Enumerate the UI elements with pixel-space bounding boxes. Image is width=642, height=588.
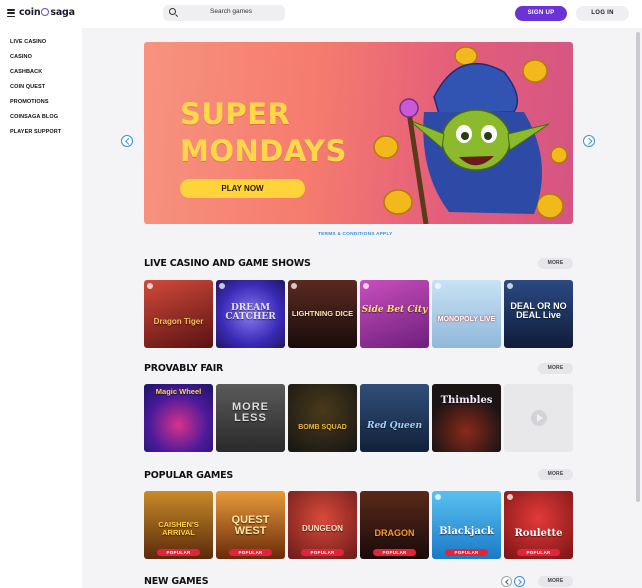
game-tile-title: DUNGEON (302, 524, 343, 533)
game-tile[interactable]: Dragon Tiger (144, 280, 213, 348)
logo-text-coin: coin (19, 7, 41, 18)
game-tile-title: LIGHTNING DICE (291, 309, 354, 318)
search-bar[interactable]: Search games (163, 5, 285, 21)
game-tile[interactable]: Red Queen (360, 384, 429, 452)
game-tile-title: Side Bet City (361, 305, 428, 315)
game-tile-title: BOMB SQUAD (298, 424, 347, 431)
coin-logo-icon (41, 8, 50, 16)
popular-badge: POPULAR (301, 549, 344, 556)
game-tile[interactable]: Side Bet City (360, 280, 429, 348)
top-header: coin saga Search games SIGN UP LOG IN (0, 0, 642, 28)
promo-banner[interactable]: SUPER MONDAYS PLAY NOW (144, 42, 573, 224)
game-tile[interactable]: QUEST WEST POPULAR (216, 491, 285, 559)
banner-next-arrow-icon[interactable] (583, 135, 595, 147)
game-tile-placeholder[interactable] (504, 384, 573, 452)
sidebar-item-player-support[interactable]: PLAYER SUPPORT (10, 129, 61, 135)
game-tile-title: Blackjack (439, 526, 494, 537)
game-tile[interactable]: MORE LESS (216, 384, 285, 452)
game-tile-title: Red Queen (366, 421, 422, 431)
section-title-provably-fair: PROVABLY FAIR (144, 363, 224, 374)
provider-logo-icon (147, 283, 153, 289)
popular-badge: POPULAR (373, 549, 416, 556)
more-button-provably-fair[interactable]: MORE (538, 363, 573, 374)
game-tile-title: DREAM CATCHER (225, 303, 276, 322)
popular-badge: POPULAR (445, 549, 488, 556)
game-tile-title: Roulette (514, 528, 563, 539)
logo[interactable]: coin saga (19, 7, 75, 18)
banner-title-line2: MONDAYS (180, 134, 347, 168)
game-tile[interactable]: MONOPOLY LIVE (432, 280, 501, 348)
sidebar-item-coin-quest[interactable]: COIN QUEST (10, 84, 45, 90)
game-tile-title: MORE LESS (232, 401, 269, 424)
popular-badge: POPULAR (517, 549, 560, 556)
search-icon (169, 8, 176, 15)
sidebar-item-blog[interactable]: COINSAGA BLOG (10, 114, 58, 120)
popular-badge: POPULAR (157, 549, 200, 556)
signup-button[interactable]: SIGN UP (515, 6, 567, 21)
search-placeholder: Search games (210, 8, 252, 15)
game-tile-title: Thimbles (440, 395, 493, 406)
play-icon (531, 410, 547, 426)
login-button[interactable]: LOG IN (576, 6, 629, 21)
game-tile-title: QUEST WEST (231, 514, 270, 537)
game-tile[interactable]: DRAGON POPULAR (360, 491, 429, 559)
game-tile[interactable]: Thimbles (432, 384, 501, 452)
logo-text-saga: saga (50, 7, 75, 18)
new-games-next-arrow-icon[interactable] (514, 576, 525, 587)
sidebar: LIVE CASINO CASINO CASHBACK COIN QUEST P… (0, 28, 82, 588)
sidebar-item-live-casino[interactable]: LIVE CASINO (10, 39, 46, 45)
game-tile[interactable]: DREAM CATCHER (216, 280, 285, 348)
play-now-button[interactable]: PLAY NOW (180, 179, 305, 198)
game-tile[interactable]: Roulette POPULAR (504, 491, 573, 559)
provider-logo-icon (435, 494, 441, 500)
game-tile-title: MONOPOLY LIVE (437, 316, 496, 323)
game-tile[interactable]: DUNGEON POPULAR (288, 491, 357, 559)
section-title-popular-games: POPULAR GAMES (144, 470, 234, 481)
game-tile[interactable]: LIGHTNING DICE (288, 280, 357, 348)
game-tile-title: DEAL OR NO DEAL Live (510, 301, 567, 320)
sidebar-item-promotions[interactable]: PROMOTIONS (10, 99, 49, 105)
terms-conditions-link[interactable]: TERMS & CONDITIONS APPLY (318, 232, 393, 237)
banner-prev-arrow-icon[interactable] (121, 135, 133, 147)
game-tile-title: CAISHEN'S ARRIVAL (158, 520, 199, 537)
popular-badge: POPULAR (229, 549, 272, 556)
provider-logo-icon (219, 283, 225, 289)
sidebar-item-cashback[interactable]: CASHBACK (10, 69, 42, 75)
provider-logo-icon (435, 283, 441, 289)
game-tile-title: Dragon Tiger (153, 317, 204, 326)
game-tile[interactable]: Blackjack POPULAR (432, 491, 501, 559)
more-button-new-games[interactable]: MORE (538, 576, 573, 587)
game-tile[interactable]: BOMB SQUAD (288, 384, 357, 452)
game-tile[interactable]: CAISHEN'S ARRIVAL POPULAR (144, 491, 213, 559)
game-tile-title: DRAGON (374, 528, 415, 538)
game-tile[interactable]: Magic Wheel (144, 384, 213, 452)
section-title-live-casino: LIVE CASINO AND GAME SHOWS (144, 258, 311, 269)
new-games-prev-arrow-icon[interactable] (501, 576, 512, 587)
provider-logo-icon (507, 494, 513, 500)
banner-title-line1: SUPER (180, 97, 291, 131)
scrollbar-thumb[interactable] (636, 32, 640, 502)
game-tile[interactable]: DEAL OR NO DEAL Live (504, 280, 573, 348)
more-button-live-casino[interactable]: MORE (538, 258, 573, 269)
goblin-wizard-illustration (373, 46, 568, 224)
section-title-new-games: NEW GAMES (144, 576, 209, 587)
provider-logo-icon (507, 283, 513, 289)
hamburger-menu-icon[interactable] (7, 9, 15, 18)
more-button-popular-games[interactable]: MORE (538, 469, 573, 480)
provider-logo-icon (291, 283, 297, 289)
game-tile-title: Magic Wheel (155, 387, 202, 396)
page-scrollbar[interactable] (634, 28, 642, 588)
provider-logo-icon (363, 283, 369, 289)
sidebar-item-casino[interactable]: CASINO (10, 54, 32, 60)
